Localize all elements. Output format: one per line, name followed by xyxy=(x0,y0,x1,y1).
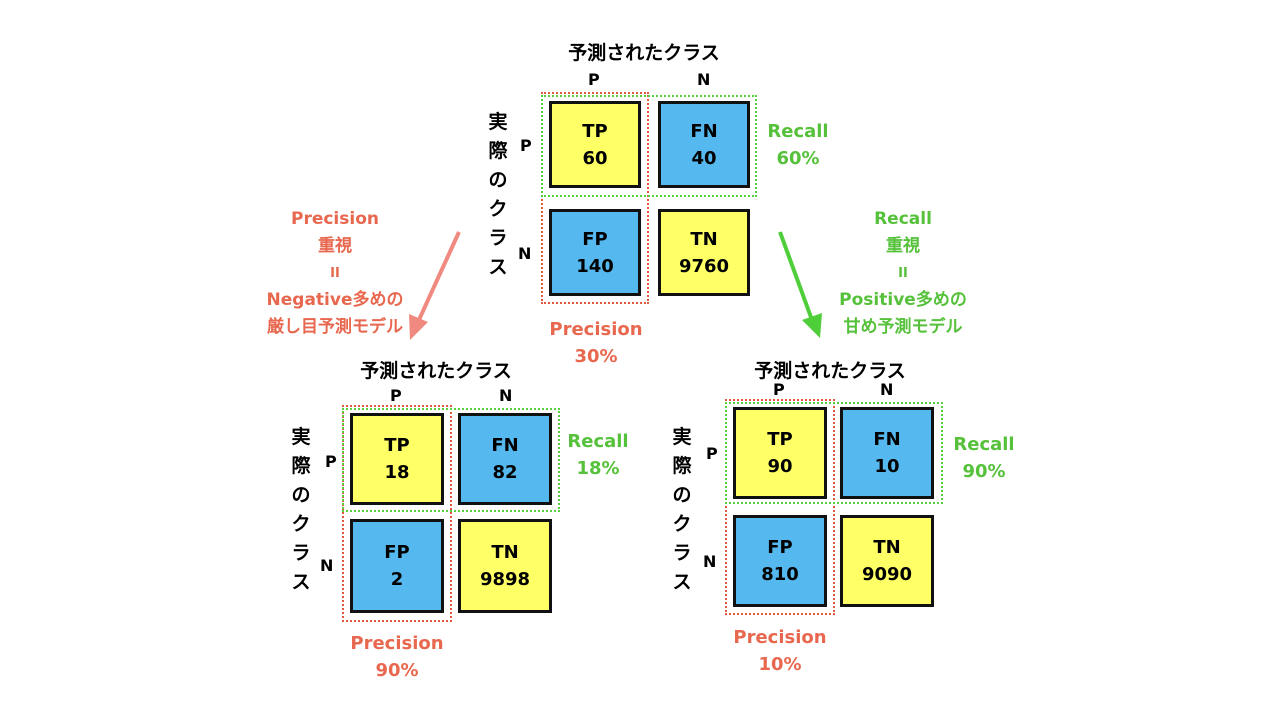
left-arrow-icon xyxy=(409,231,461,340)
arrows-layer xyxy=(409,231,822,340)
right-arrow-icon xyxy=(778,231,822,338)
